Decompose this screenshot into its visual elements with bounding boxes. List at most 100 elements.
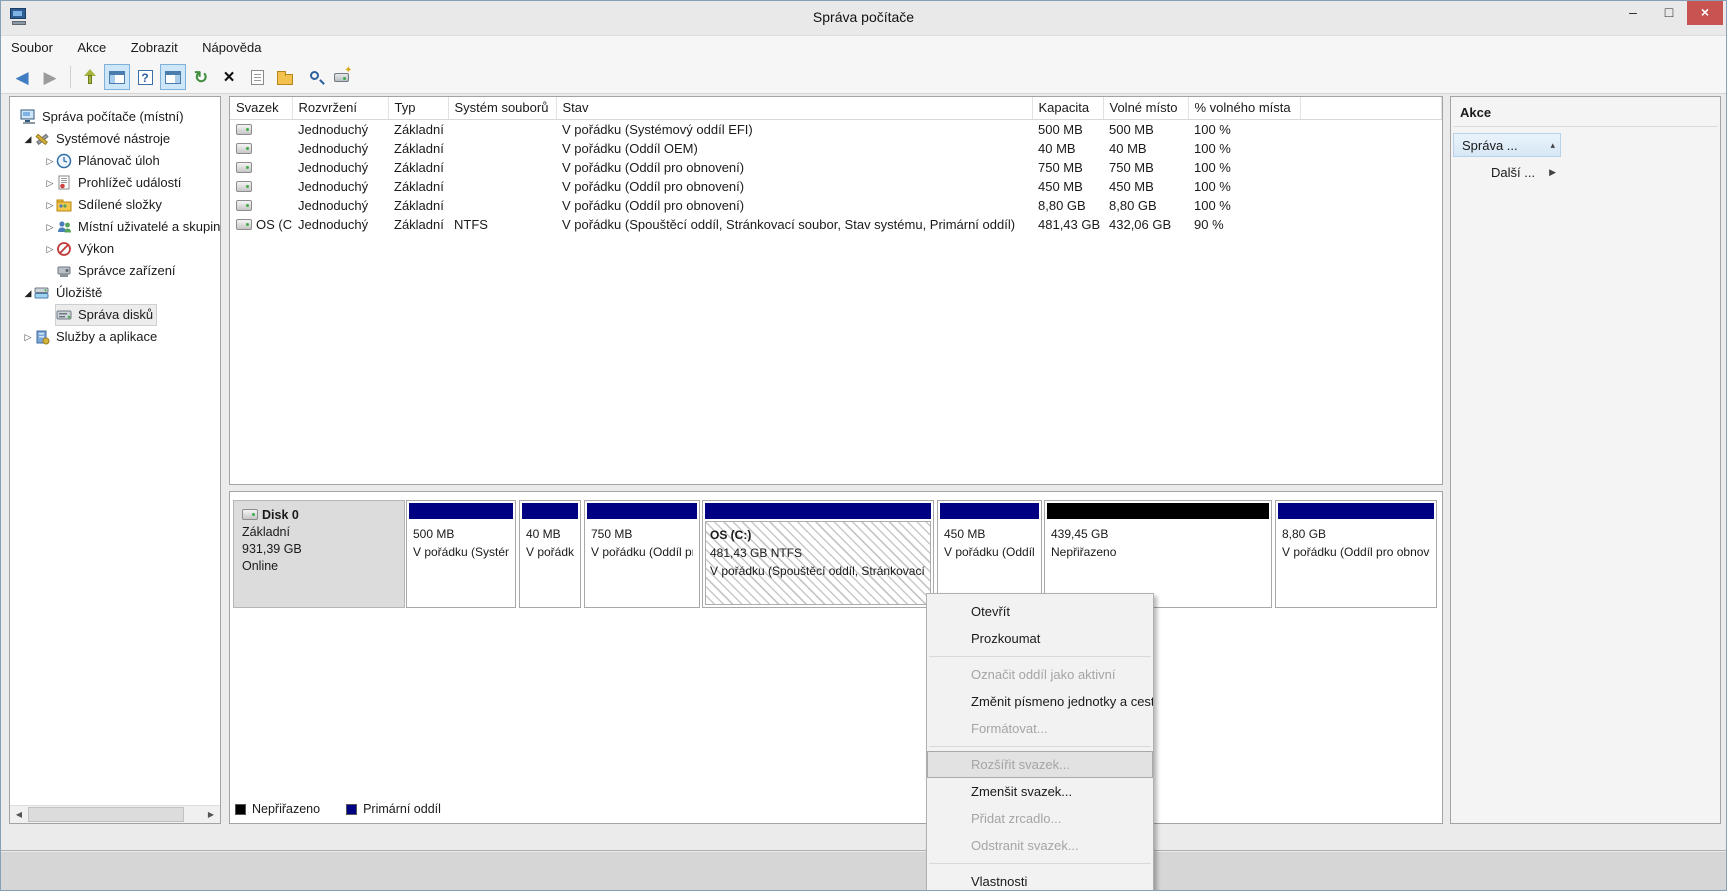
partition-color-bar bbox=[587, 503, 697, 519]
col-header-rozvrzeni[interactable]: Rozvržení bbox=[292, 97, 389, 120]
scrollbar-thumb[interactable] bbox=[28, 807, 184, 822]
tree-expander-expanded-icon[interactable]: ◢ bbox=[22, 128, 34, 150]
scroll-left-icon[interactable]: ◀ bbox=[10, 806, 28, 823]
col-header-kapacita[interactable]: Kapacita bbox=[1032, 97, 1104, 120]
tree-item-device-manager[interactable]: Správce zařízení bbox=[10, 260, 220, 282]
disk-settings-button[interactable] bbox=[328, 64, 354, 90]
show-action-pane-button[interactable] bbox=[160, 64, 186, 90]
find-button[interactable] bbox=[300, 64, 326, 90]
disk0-header[interactable]: Disk 0 Základní 931,39 GB Online bbox=[233, 500, 405, 608]
tree-expander-collapsed-icon[interactable]: ▷ bbox=[44, 238, 56, 260]
menu-item-add-mirror: Přidat zrcadlo... bbox=[971, 811, 1062, 826]
col-header-svazek[interactable]: Svazek bbox=[230, 97, 293, 120]
col-header-pct-volneho-mista[interactable]: % volného místa bbox=[1188, 97, 1301, 120]
volume-icon bbox=[236, 161, 252, 173]
up-one-level-button[interactable] bbox=[76, 64, 102, 90]
forward-button[interactable]: ▶ bbox=[37, 64, 63, 90]
toolbar: ◀ ▶ ? ↻ × bbox=[1, 61, 1726, 94]
menu-item-format: Formátovat... bbox=[971, 721, 1048, 736]
volume-row[interactable]: Jednoduchý Základní V pořádku (Oddíl OEM)… bbox=[230, 139, 1442, 158]
volume-row-os-c[interactable]: OS (C:) JednoduchýZákladní NTFSV pořádku… bbox=[230, 215, 1442, 234]
close-button[interactable]: × bbox=[1687, 1, 1723, 25]
col-header-volne-misto[interactable]: Volné místo bbox=[1103, 97, 1189, 120]
more-actions-item[interactable]: Další ... ▶ bbox=[1453, 161, 1561, 183]
open-button[interactable] bbox=[272, 64, 298, 90]
menu-item-properties[interactable]: Vlastnosti bbox=[927, 868, 1153, 890]
show-console-tree-button[interactable] bbox=[104, 64, 130, 90]
legend: Nepřiřazeno Primární oddíl bbox=[235, 802, 441, 816]
tree-item-performance[interactable]: ▷ Výkon bbox=[10, 238, 220, 260]
computer-management-window: Správa počítače – □ × Soubor Akce Zobraz… bbox=[0, 0, 1727, 891]
partition-color-bar bbox=[522, 503, 578, 519]
tree-item-event-viewer[interactable]: ▷ Prohlížeč událostí bbox=[10, 172, 220, 194]
partition-oem[interactable]: 40 MBV pořádku (Oddíl OEM) bbox=[519, 500, 581, 608]
window-lower-area bbox=[1, 824, 1726, 851]
tree-item-task-scheduler[interactable]: ▷ Plánovač úloh bbox=[10, 150, 220, 172]
help-button[interactable]: ? bbox=[132, 64, 158, 90]
tree-item-system-tools[interactable]: ◢ Systémové nástroje bbox=[10, 128, 220, 150]
tree-expander-collapsed-icon[interactable]: ▷ bbox=[44, 150, 56, 172]
partition-recovery-3[interactable]: 8,80 GBV pořádku (Oddíl pro obnovení) bbox=[1275, 500, 1437, 608]
properties-button[interactable] bbox=[244, 64, 270, 90]
menu-item-explore[interactable]: Prozkoumat bbox=[927, 625, 1153, 652]
actions-group-header[interactable]: Správa ... ▴ bbox=[1453, 133, 1561, 157]
up-one-level-icon bbox=[81, 69, 97, 85]
menu-view[interactable]: Zobrazit bbox=[121, 36, 188, 59]
partition-os-c[interactable]: OS (C:) 481,43 GB NTFS V pořádku (Spouštěc… bbox=[702, 500, 934, 608]
unallocated-legend-label: Nepřiřazeno bbox=[252, 802, 321, 816]
tree-item-services-applications[interactable]: ▷ Služby a aplikace bbox=[10, 326, 220, 348]
menu-item-shrink-volume[interactable]: Zmenšit svazek... bbox=[927, 778, 1153, 805]
col-header-typ[interactable]: Typ bbox=[388, 97, 449, 120]
collapse-up-icon[interactable]: ▴ bbox=[1550, 140, 1555, 151]
tree-expander-collapsed-icon[interactable]: ▷ bbox=[44, 216, 56, 238]
minimize-button[interactable]: – bbox=[1615, 1, 1651, 25]
tree-expander-collapsed-icon[interactable]: ▷ bbox=[44, 194, 56, 216]
titlebar: Správa počítače – □ × bbox=[1, 1, 1726, 35]
menu-separator bbox=[929, 656, 1151, 657]
event-log-icon bbox=[56, 175, 73, 191]
tree-item-computer-management[interactable]: Správa počítače (místní) bbox=[10, 106, 220, 128]
disk-graphical-pane: Disk 0 Základní 931,39 GB Online 500 MB V… bbox=[229, 491, 1443, 824]
performance-icon bbox=[56, 241, 73, 257]
menu-item-open[interactable]: Otevřít bbox=[927, 598, 1153, 625]
partition-recovery-2[interactable]: 450 MBV pořádku (Oddíl pro obnovení) bbox=[937, 500, 1042, 608]
partition-efi[interactable]: 500 MBV pořádku (Systémový oddíl EFI) bbox=[406, 500, 516, 608]
tree-expander-expanded-icon[interactable]: ◢ bbox=[22, 282, 34, 304]
computer-icon bbox=[20, 109, 37, 125]
tree-item-disk-management[interactable]: Správa disků bbox=[10, 304, 220, 326]
partition-color-bar bbox=[1278, 503, 1434, 519]
action-pane-icon bbox=[165, 70, 181, 84]
tree-item-local-users-groups[interactable]: ▷ Místní uživatelé a skupiny bbox=[10, 216, 220, 238]
volume-row[interactable]: Jednoduchý Základní V pořádku (Oddíl pro … bbox=[230, 196, 1442, 215]
volume-icon bbox=[236, 199, 252, 211]
menu-file[interactable]: Soubor bbox=[1, 36, 63, 59]
scroll-right-icon[interactable]: ▶ bbox=[202, 806, 220, 823]
menu-help[interactable]: Nápověda bbox=[192, 36, 271, 59]
col-header-stav[interactable]: Stav bbox=[556, 97, 1033, 120]
properties-icon bbox=[250, 69, 264, 85]
primary-legend-label: Primární oddíl bbox=[363, 802, 441, 816]
menu-action[interactable]: Akce bbox=[67, 36, 116, 59]
tree-horizontal-scrollbar[interactable]: ◀ ▶ bbox=[10, 805, 220, 823]
disk-settings-icon bbox=[333, 65, 353, 82]
partition-unallocated[interactable]: 439,45 GB Nepřiřazeno bbox=[1044, 500, 1272, 608]
maximize-button[interactable]: □ bbox=[1651, 1, 1687, 25]
refresh-button[interactable]: ↻ bbox=[188, 64, 214, 90]
menu-item-delete-volume: Odstranit svazek... bbox=[971, 838, 1079, 853]
tree-item-storage[interactable]: ◢ Úložiště bbox=[10, 282, 220, 304]
menu-item-change-drive-letter[interactable]: Změnit písmeno jednotky a cestu... bbox=[927, 688, 1153, 715]
volume-row[interactable]: Jednoduchý Základní V pořádku (Systémový … bbox=[230, 119, 1442, 139]
col-header-system-souboru[interactable]: Systém souborů bbox=[448, 97, 557, 120]
volume-row[interactable]: Jednoduchý Základní V pořádku (Oddíl pro … bbox=[230, 158, 1442, 177]
partition-recovery-1[interactable]: 750 MBV pořádku (Oddíl pro obnovení) bbox=[584, 500, 700, 608]
disk-management-icon bbox=[56, 307, 73, 323]
open-folder-icon bbox=[277, 70, 293, 85]
back-button[interactable]: ◀ bbox=[9, 64, 35, 90]
users-icon bbox=[56, 219, 73, 235]
tree-expander-collapsed-icon[interactable]: ▷ bbox=[22, 326, 34, 348]
actions-pane: Akce Správa ... ▴ Další ... ▶ bbox=[1450, 96, 1721, 824]
volume-row[interactable]: Jednoduchý Základní V pořádku (Oddíl pro … bbox=[230, 177, 1442, 196]
tree-item-shared-folders[interactable]: ▷ Sdílené složky bbox=[10, 194, 220, 216]
tree-expander-collapsed-icon[interactable]: ▷ bbox=[44, 172, 56, 194]
delete-button[interactable]: × bbox=[216, 64, 242, 90]
